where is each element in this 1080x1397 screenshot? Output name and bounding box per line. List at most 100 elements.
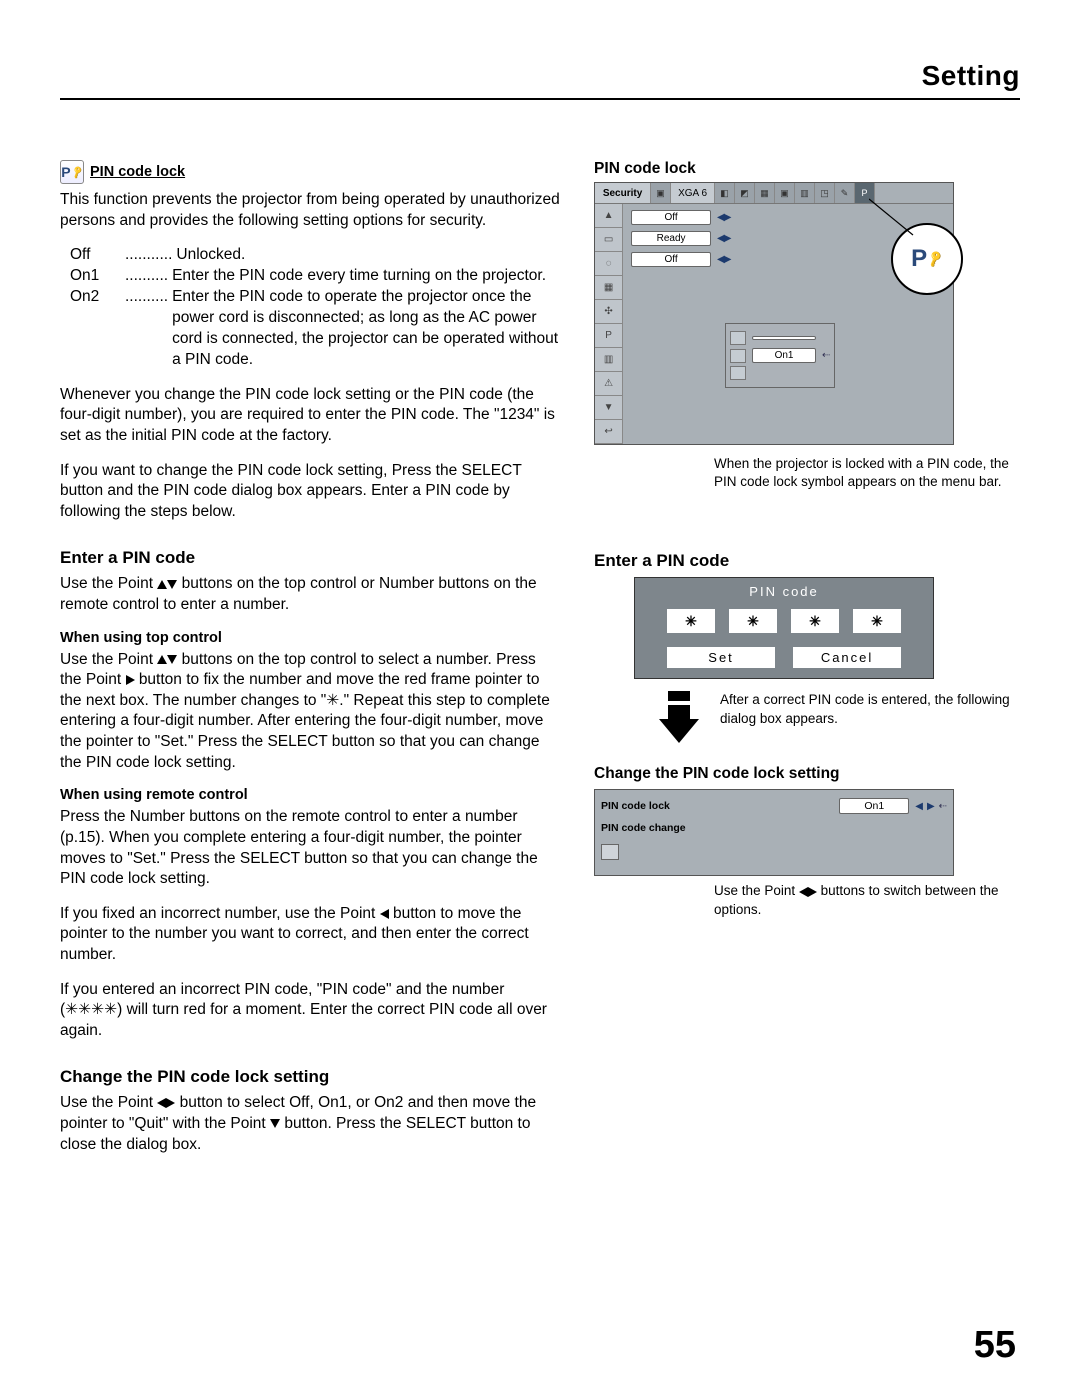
option-row: Off ........... Unlocked. [70, 245, 560, 266]
header-divider [60, 98, 1020, 100]
option-term: On1 [70, 266, 125, 287]
right-change-lock-heading: Change the PIN code lock setting [594, 765, 1020, 783]
osd-sub-panel: On1 ⇠ [725, 323, 835, 388]
arrow-right-icon: ▶ [927, 801, 935, 812]
osd-exit-icon [730, 366, 746, 380]
osd-sidebar: ▲ ▭ ◌ ▦ ✣ P ▥ ⚠ ▼ ↩ [595, 204, 623, 444]
enter-icon: ⇠ [939, 801, 947, 812]
option-def: Enter the PIN code every time turning on… [172, 266, 560, 287]
osd-down-icon: ▼ [595, 396, 622, 420]
left-column: P🔑 PIN code lock This function prevents … [60, 160, 560, 1169]
point-updown-icon [157, 651, 177, 668]
pin-digit-box: ✳ [853, 609, 901, 633]
lock-panel-caption: Use the Point buttons to switch between … [714, 882, 1020, 918]
osd-side-icon: P [595, 324, 622, 348]
lock-row-value: On1 [839, 798, 909, 814]
remote-control-paragraph: Press the Number buttons on the remote c… [60, 807, 560, 889]
text-fragment: Use the Point [60, 651, 157, 668]
remote-control-heading: When using remote control [60, 787, 560, 803]
pin-lock-icon: P🔑 [60, 160, 84, 184]
pin-digit-box: ✳ [667, 609, 715, 633]
osd-side-icon: ▥ [595, 348, 622, 372]
options-list: Off ........... Unlocked. On1 ..........… [70, 245, 560, 371]
change-lock-paragraph: Use the Point button to select Off, On1,… [60, 1093, 560, 1155]
right-pin-lock-heading: PIN code lock [594, 160, 1020, 178]
osd-side-icon: ▭ [595, 228, 622, 252]
enter-pin-paragraph: Use the Point buttons on the top control… [60, 574, 560, 615]
osd-leftright-arrows-icon: ◀▶ [717, 254, 730, 265]
top-control-heading: When using top control [60, 630, 560, 646]
option-term: On2 [70, 287, 125, 371]
osd-value: Off [631, 252, 711, 267]
fix-number-paragraph: If you fixed an incorrect number, use th… [60, 904, 560, 966]
text-fragment: Use the Point [714, 883, 799, 898]
wrong-pin-paragraph: If you entered an incorrect PIN code, "P… [60, 980, 560, 1042]
point-leftright-icon [799, 883, 817, 898]
osd-topbar-icon: ◩ [735, 183, 755, 203]
lock-exit-icon [601, 844, 619, 860]
top-control-paragraph: Use the Point buttons on the top control… [60, 650, 560, 774]
osd-topbar-icon: ◳ [815, 183, 835, 203]
osd-topbar-icon: ▦ [755, 183, 775, 203]
intro-paragraph: This function prevents the projector fro… [60, 190, 560, 231]
callout-leader-line [869, 195, 929, 255]
option-row: On1 .......... Enter the PIN code every … [70, 266, 560, 287]
osd-sub-value: On1 [752, 348, 816, 363]
osd-caption: When the projector is locked with a PIN … [714, 455, 1020, 491]
osd-enter-icon: ⇠ [822, 350, 830, 361]
text-fragment: Use the Point [60, 1094, 157, 1111]
osd-topbar-icon: ▣ [775, 183, 795, 203]
arrow-left-icon: ◀ [915, 801, 923, 812]
osd-leftright-arrows-icon: ◀▶ [717, 233, 730, 244]
pin-dialog-title: PIN code [635, 578, 933, 609]
osd-topbar-icon: ◧ [715, 183, 735, 203]
right-column: PIN code lock Security ▣ XGA 6 ◧ ◩ ▦ ▣ ▥… [594, 160, 1020, 1169]
option-row: On2 .......... Enter the PIN code to ope… [70, 287, 560, 371]
osd-leftright-arrows-icon: ◀▶ [717, 212, 730, 223]
point-leftright-icon [157, 1094, 175, 1111]
pin-code-dialog: PIN code ✳ ✳ ✳ ✳ Set Cancel [634, 577, 934, 679]
osd-security-label: Security [595, 183, 651, 203]
osd-mode-label: XGA 6 [671, 183, 715, 203]
pin-set-button: Set [667, 647, 775, 668]
lock-row-label: PIN code lock [601, 800, 751, 812]
flow-arrow-down-icon [652, 689, 706, 749]
osd-side-icon: ▦ [595, 276, 622, 300]
text-fragment: If you fixed an incorrect number, use th… [60, 905, 380, 922]
option-dots: ........... [125, 245, 176, 266]
pin-digit-box: ✳ [729, 609, 777, 633]
osd-side-icon: ⚠ [595, 372, 622, 396]
pin-default-paragraph: Whenever you change the PIN code lock se… [60, 385, 560, 447]
option-dots: .......... [125, 266, 172, 287]
osd-exit-icon: ↩ [595, 420, 622, 444]
point-right-icon [126, 671, 135, 688]
osd-lock-icon [730, 331, 746, 345]
option-def: Enter the PIN code to operate the projec… [172, 287, 560, 371]
point-updown-icon [157, 575, 177, 592]
pin-instructions-paragraph: If you want to change the PIN code lock … [60, 461, 560, 523]
change-lock-heading: Change the PIN code lock setting [60, 1067, 560, 1087]
osd-value: Off [631, 210, 711, 225]
osd-pin-icon [730, 349, 746, 363]
right-enter-pin-heading: Enter a PIN code [594, 551, 1020, 571]
pin-cancel-button: Cancel [793, 647, 901, 668]
osd-side-icon: ✣ [595, 300, 622, 324]
osd-side-icon: ◌ [595, 252, 622, 276]
page-header-title: Setting [60, 60, 1020, 98]
option-def: Unlocked. [176, 245, 560, 266]
pin-lock-heading: PIN code lock [90, 164, 185, 180]
point-left-icon [380, 905, 389, 922]
osd-topbar-icon: ▣ [651, 183, 671, 203]
osd-topbar-icon: ▥ [795, 183, 815, 203]
osd-sub-blank [752, 336, 816, 340]
pin-result-caption: After a correct PIN code is entered, the… [720, 685, 1020, 727]
osd-value: Ready [631, 231, 711, 246]
pin-digit-box: ✳ [791, 609, 839, 633]
lock-row-label: PIN code change [601, 822, 751, 834]
page-number: 55 [974, 1324, 1016, 1367]
option-dots: .......... [125, 287, 172, 371]
enter-pin-heading: Enter a PIN code [60, 548, 560, 568]
pin-lock-change-panel: PIN code lock On1 ◀ ▶ ⇠ PIN code change [594, 789, 954, 876]
text-fragment: Use the Point [60, 575, 157, 592]
osd-up-icon: ▲ [595, 204, 622, 228]
